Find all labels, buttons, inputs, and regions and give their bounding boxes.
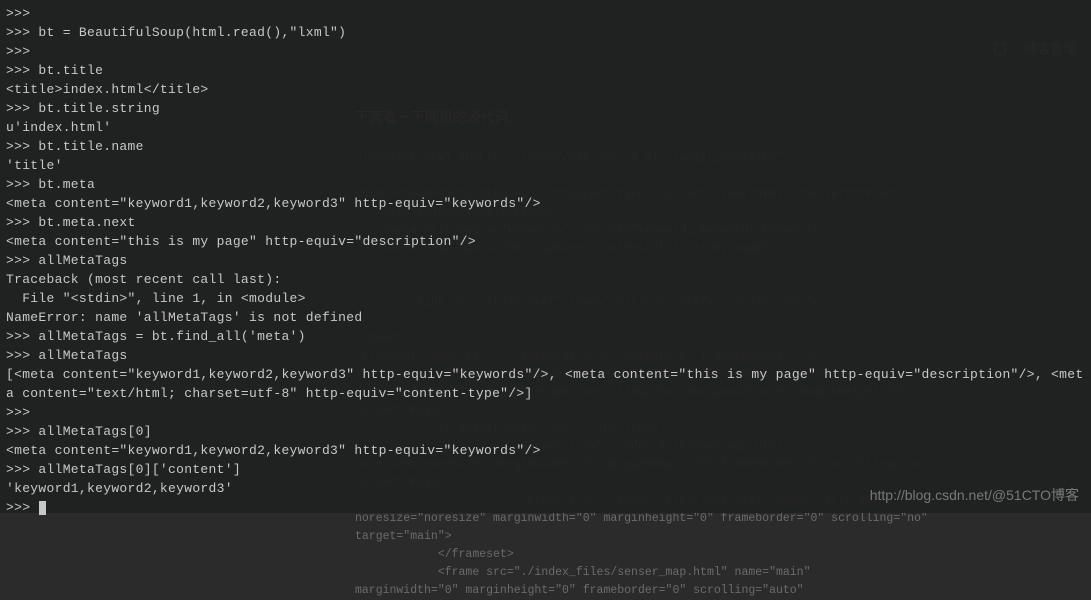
repl-line: >>> bt.meta.next: [6, 215, 136, 230]
repl-output: <meta content="keyword1,keyword2,keyword…: [6, 196, 541, 211]
repl-traceback: Traceback (most recent call last):: [6, 272, 281, 287]
repl-output: 'keyword1,keyword2,keyword3': [6, 481, 233, 496]
repl-line: >>>: [6, 405, 38, 420]
repl-line: >>> allMetaTags = bt.find_all('meta'): [6, 329, 306, 344]
repl-line: >>> allMetaTags: [6, 253, 128, 268]
repl-line: >>> allMetaTags: [6, 348, 128, 363]
repl-output: [<meta content="keyword1,keyword2,keywor…: [6, 367, 1083, 401]
repl-line: >>>: [6, 44, 38, 59]
watermark-text: http://blog.csdn.net/@51CTO博客: [870, 485, 1079, 505]
repl-line: >>> allMetaTags[0]['content']: [6, 462, 241, 477]
repl-output: <meta content="this is my page" http-equ…: [6, 234, 476, 249]
repl-line: >>> bt.meta: [6, 177, 95, 192]
repl-line: >>> bt.title.string: [6, 101, 160, 116]
repl-output: 'title': [6, 158, 63, 173]
repl-line: >>> bt.title: [6, 63, 103, 78]
repl-traceback: NameError: name 'allMetaTags' is not def…: [6, 310, 362, 325]
repl-line: >>>: [6, 6, 38, 21]
python-repl[interactable]: >>> >>> bt = BeautifulSoup(html.read(),"…: [0, 0, 1091, 513]
repl-line: >>> bt = BeautifulSoup(html.read(),"lxml…: [6, 25, 346, 40]
repl-output: <title>index.html</title>: [6, 82, 209, 97]
repl-line: >>> bt.title.name: [6, 139, 144, 154]
repl-output: <meta content="keyword1,keyword2,keyword…: [6, 443, 541, 458]
repl-output: u'index.html': [6, 120, 111, 135]
repl-traceback: File "<stdin>", line 1, in <module>: [6, 291, 306, 306]
repl-line: >>> allMetaTags[0]: [6, 424, 152, 439]
